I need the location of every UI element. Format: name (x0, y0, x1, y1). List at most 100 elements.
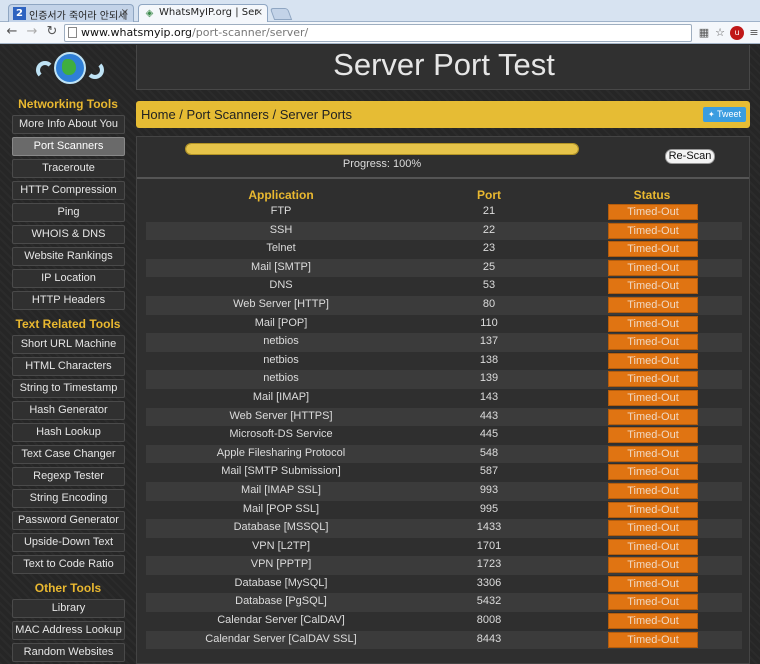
reload-icon[interactable]: ↻ (44, 24, 60, 40)
application-cell: netbios (263, 353, 299, 366)
status-badge: Timed-Out (608, 575, 698, 592)
close-icon[interactable]: × (121, 7, 129, 18)
sidebar-item-short-url-machine[interactable]: Short URL Machine (12, 335, 125, 354)
application-cell: Apple Filesharing Protocol (216, 446, 346, 459)
sidebar-item-more-info-about-you[interactable]: More Info About You (12, 115, 125, 134)
sidebar-item-text-to-code-ratio[interactable]: Text to Code Ratio (12, 555, 125, 574)
translate-icon[interactable]: ▦ (696, 25, 712, 41)
table-row: netbios 139 Timed-Out (146, 370, 742, 389)
application-cell: Microsoft-DS Service (229, 428, 333, 441)
sidebar-item-hash-lookup[interactable]: Hash Lookup (12, 423, 125, 442)
status-badge: Timed-Out (608, 538, 698, 555)
status-badge: Timed-Out (608, 204, 698, 220)
sidebar-item-html-characters[interactable]: HTML Characters (12, 357, 125, 376)
tab-favicon-icon: 2 (13, 7, 26, 20)
port-cell: 5432 (476, 595, 502, 608)
status-badge: Timed-Out (608, 520, 698, 537)
bookmark-star-icon[interactable]: ☆ (712, 25, 728, 41)
port-cell: 137 (479, 335, 499, 348)
sidebar-item-http-compression[interactable]: HTTP Compression (12, 181, 125, 200)
sidebar-heading: Networking Tools (18, 97, 118, 111)
status-badge: Timed-Out (608, 464, 698, 481)
site-logo[interactable] (8, 45, 128, 93)
extension-icon[interactable]: u (730, 26, 744, 40)
browser-tab-strip: 2 인증서가 죽어라 안되세 × ◈ WhatsMyIP.org | Ser × (0, 0, 760, 22)
sidebar-item-string-to-timestamp[interactable]: String to Timestamp (12, 379, 125, 398)
table-row: Mail [SMTP] 25 Timed-Out (146, 258, 742, 278)
twitter-bird-icon: ✦ (707, 110, 715, 119)
browser-toolbar: ← → ↻ www.whatsmyip.org/port-scanner/ser… (0, 22, 760, 44)
sidebar-item-password-generator[interactable]: Password Generator (12, 511, 125, 530)
application-cell: VPN [PPTP] (250, 558, 312, 571)
breadcrumb-port-scanners-link[interactable]: Port Scanners (187, 107, 269, 122)
application-cell: netbios (263, 372, 299, 385)
application-cell: Telnet (266, 242, 296, 255)
status-badge: Timed-Out (608, 501, 698, 518)
sidebar-item-port-scanners[interactable]: Port Scanners (12, 137, 125, 156)
sidebar-item-text-case-changer[interactable]: Text Case Changer (12, 445, 125, 464)
status-badge: Timed-Out (608, 594, 698, 611)
sidebar-item-ip-location[interactable]: IP Location (12, 269, 125, 288)
divider (137, 177, 749, 179)
browser-tab[interactable]: 2 인증서가 죽어라 안되세 × (8, 4, 134, 22)
table-row: Database [MSSQL] 1433 Timed-Out (146, 519, 742, 538)
progress-bar (185, 143, 579, 155)
sidebar-item-whois-dns[interactable]: WHOIS & DNS (12, 225, 125, 244)
port-cell: 21 (482, 205, 496, 217)
back-arrow-icon[interactable]: ← (4, 24, 20, 40)
sidebar-item-regexp-tester[interactable]: Regexp Tester (12, 467, 125, 486)
breadcrumb-home-link[interactable]: Home (141, 107, 176, 122)
application-cell: Mail [POP] (254, 316, 308, 329)
table-row: VPN [PPTP] 1723 Timed-Out (146, 556, 742, 575)
status-badge: Timed-Out (608, 631, 698, 648)
sidebar-item-ping[interactable]: Ping (12, 203, 125, 222)
breadcrumb-separator: / (268, 107, 280, 122)
status-badge: Timed-Out (608, 222, 698, 239)
sidebar-item-http-headers[interactable]: HTTP Headers (12, 291, 125, 310)
sidebar-item-traceroute[interactable]: Traceroute (12, 159, 125, 178)
table-row: Mail [POP SSL] 995 Timed-Out (146, 501, 742, 520)
page-header: Server Port Test (136, 45, 750, 90)
port-cell: 139 (479, 372, 499, 385)
sidebar-item-library[interactable]: Library (12, 599, 125, 618)
forward-arrow-icon[interactable]: → (24, 24, 40, 40)
refresh-arrow-icon (36, 61, 54, 79)
sidebar-item-hash-generator[interactable]: Hash Generator (12, 401, 125, 420)
tab-favicon-icon: ◈ (145, 8, 154, 19)
port-cell: 1433 (476, 521, 502, 534)
status-badge: Timed-Out (608, 445, 698, 462)
sidebar-item-website-rankings[interactable]: Website Rankings (12, 247, 125, 266)
sidebar-heading: Text Related Tools (15, 317, 121, 331)
sidebar-item-mac-address-lookup[interactable]: MAC Address Lookup (12, 621, 125, 640)
sidebar-item-upside-down-text[interactable]: Upside-Down Text (12, 533, 125, 552)
table-row: Microsoft-DS Service 445 Timed-Out (146, 426, 742, 445)
tweet-button[interactable]: ✦ Tweet (702, 107, 746, 122)
status-badge: Timed-Out (608, 352, 698, 369)
rescan-button[interactable]: Re-Scan (665, 149, 715, 164)
application-cell: Calendar Server [CalDAV] (217, 614, 345, 627)
menu-icon[interactable]: ≡ (746, 25, 760, 41)
address-bar[interactable]: www.whatsmyip.org/port-scanner/server/ (64, 24, 692, 42)
table-row: Calendar Server [CalDAV] 8008 Timed-Out (146, 612, 742, 631)
new-tab-button[interactable] (269, 8, 293, 20)
status-badge: Timed-Out (608, 427, 698, 444)
port-cell: 22 (482, 223, 496, 236)
breadcrumb: Home / Port Scanners / Server Ports ✦ Tw… (136, 101, 750, 128)
close-icon[interactable]: × (255, 7, 263, 18)
sidebar-item-random-websites[interactable]: Random Websites (12, 643, 125, 662)
breadcrumb-trail: Home / Port Scanners / Server Ports (141, 107, 352, 122)
port-cell: 138 (479, 353, 499, 366)
browser-tab-active[interactable]: ◈ WhatsMyIP.org | Ser × (138, 4, 268, 22)
table-row: Apple Filesharing Protocol 548 Timed-Out (146, 444, 742, 464)
port-cell: 8008 (476, 614, 502, 627)
page-title: Server Port Test (333, 47, 555, 82)
application-cell: Web Server [HTTPS] (229, 409, 333, 422)
port-cell: 1723 (476, 558, 502, 571)
port-cell: 995 (479, 502, 499, 515)
url-path: /port-scanner/server/ (192, 26, 309, 39)
table-row: DNS 53 Timed-Out (146, 277, 742, 296)
sidebar-item-string-encoding[interactable]: String Encoding (12, 489, 125, 508)
tab-title: 인증서가 죽어라 안되세 (29, 11, 128, 22)
table-row: VPN [L2TP] 1701 Timed-Out (146, 538, 742, 557)
application-cell: VPN [L2TP] (251, 539, 311, 552)
